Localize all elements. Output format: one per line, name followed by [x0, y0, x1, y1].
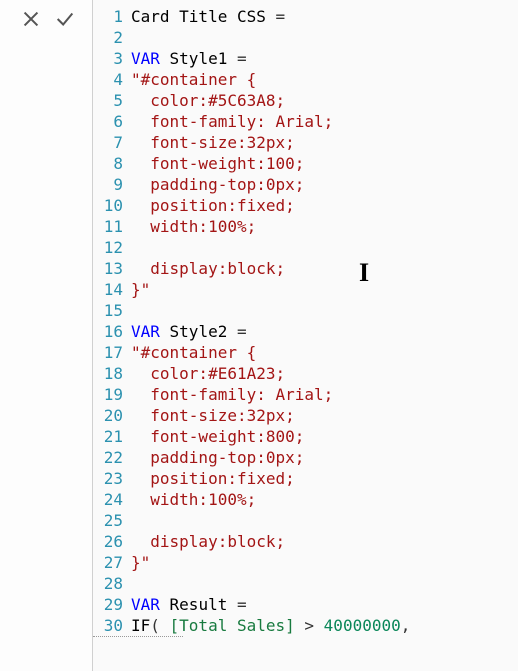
- code-content[interactable]: color:#E61A23;: [127, 363, 285, 384]
- code-content[interactable]: }": [127, 279, 150, 300]
- code-content[interactable]: Card Title CSS =: [127, 6, 285, 27]
- close-icon: [20, 18, 42, 33]
- code-line[interactable]: 3VAR Style1 =: [93, 48, 518, 69]
- code-line[interactable]: 18 color:#E61A23;: [93, 363, 518, 384]
- code-line[interactable]: 1Card Title CSS =: [93, 6, 518, 27]
- line-number: 13: [93, 258, 127, 279]
- code-line[interactable]: 13 display:block;: [93, 258, 518, 279]
- code-content[interactable]: width:100%;: [127, 489, 256, 510]
- formula-toolbar: [0, 0, 92, 671]
- code-line[interactable]: 30IF( [Total Sales] > 40000000,: [93, 615, 518, 636]
- code-content[interactable]: font-family: Arial;: [127, 111, 333, 132]
- line-number: 9: [93, 174, 127, 195]
- line-number: 17: [93, 342, 127, 363]
- code-content[interactable]: VAR Result =: [127, 594, 247, 615]
- code-content[interactable]: padding-top:0px;: [127, 174, 304, 195]
- code-line[interactable]: 28: [93, 573, 518, 594]
- code-content[interactable]: width:100%;: [127, 216, 256, 237]
- code-line[interactable]: 21 font-weight:800;: [93, 426, 518, 447]
- line-number: 28: [93, 573, 127, 594]
- code-content[interactable]: padding-top:0px;: [127, 447, 304, 468]
- code-line[interactable]: 12: [93, 237, 518, 258]
- code-content[interactable]: display:block;: [127, 531, 285, 552]
- line-number: 15: [93, 300, 127, 321]
- line-number: 2: [93, 27, 127, 48]
- code-content[interactable]: font-size:32px;: [127, 132, 295, 153]
- code-line[interactable]: 6 font-family: Arial;: [93, 111, 518, 132]
- code-content[interactable]: font-family: Arial;: [127, 384, 333, 405]
- line-number: 22: [93, 447, 127, 468]
- code-content[interactable]: VAR Style1 =: [127, 48, 247, 69]
- code-content[interactable]: "#container {: [127, 69, 256, 90]
- code-line[interactable]: 24 width:100%;: [93, 489, 518, 510]
- line-number: 26: [93, 531, 127, 552]
- code-line[interactable]: 29VAR Result =: [93, 594, 518, 615]
- line-number: 21: [93, 426, 127, 447]
- check-icon: [54, 18, 76, 33]
- code-line[interactable]: 25: [93, 510, 518, 531]
- code-line[interactable]: 23 position:fixed;: [93, 468, 518, 489]
- code-line[interactable]: 15: [93, 300, 518, 321]
- code-line[interactable]: 8 font-weight:100;: [93, 153, 518, 174]
- line-number: 3: [93, 48, 127, 69]
- code-line[interactable]: 27}": [93, 552, 518, 573]
- code-line[interactable]: 20 font-size:32px;: [93, 405, 518, 426]
- code-content[interactable]: }": [127, 552, 150, 573]
- code-line[interactable]: 14}": [93, 279, 518, 300]
- line-number: 24: [93, 489, 127, 510]
- code-line[interactable]: 26 display:block;: [93, 531, 518, 552]
- line-number: 4: [93, 69, 127, 90]
- line-number: 1: [93, 6, 127, 27]
- code-line[interactable]: 19 font-family: Arial;: [93, 384, 518, 405]
- code-line[interactable]: 16VAR Style2 =: [93, 321, 518, 342]
- dax-editor[interactable]: 1Card Title CSS =23VAR Style1 =4"#contai…: [92, 0, 518, 671]
- code-content[interactable]: VAR Style2 =: [127, 321, 247, 342]
- code-content[interactable]: font-size:32px;: [127, 405, 295, 426]
- line-number: 12: [93, 237, 127, 258]
- line-number: 30: [93, 615, 127, 636]
- code-line[interactable]: 7 font-size:32px;: [93, 132, 518, 153]
- line-number: 16: [93, 321, 127, 342]
- line-number: 6: [93, 111, 127, 132]
- code-line[interactable]: 5 color:#5C63A8;: [93, 90, 518, 111]
- line-number: 20: [93, 405, 127, 426]
- line-number: 25: [93, 510, 127, 531]
- line-number: 11: [93, 216, 127, 237]
- line-number: 29: [93, 594, 127, 615]
- code-line[interactable]: 11 width:100%;: [93, 216, 518, 237]
- code-content[interactable]: position:fixed;: [127, 468, 295, 489]
- line-number: 23: [93, 468, 127, 489]
- line-number: 27: [93, 552, 127, 573]
- line-number: 19: [93, 384, 127, 405]
- line-number: 7: [93, 132, 127, 153]
- line-number: 10: [93, 195, 127, 216]
- code-content[interactable]: position:fixed;: [127, 195, 295, 216]
- accept-button[interactable]: [48, 8, 82, 33]
- code-content[interactable]: font-weight:100;: [127, 153, 304, 174]
- cancel-button[interactable]: [14, 8, 48, 33]
- code-line[interactable]: 22 padding-top:0px;: [93, 447, 518, 468]
- dotted-rule: [93, 636, 183, 637]
- code-content[interactable]: "#container {: [127, 342, 256, 363]
- code-line[interactable]: 9 padding-top:0px;: [93, 174, 518, 195]
- code-line[interactable]: 4"#container {: [93, 69, 518, 90]
- line-number: 8: [93, 153, 127, 174]
- code-content[interactable]: color:#5C63A8;: [127, 90, 285, 111]
- line-number: 14: [93, 279, 127, 300]
- code-line[interactable]: 10 position:fixed;: [93, 195, 518, 216]
- line-number: 5: [93, 90, 127, 111]
- code-content[interactable]: IF( [Total Sales] > 40000000,: [127, 615, 410, 636]
- code-line[interactable]: 17"#container {: [93, 342, 518, 363]
- code-content[interactable]: font-weight:800;: [127, 426, 304, 447]
- code-line[interactable]: 2: [93, 27, 518, 48]
- line-number: 18: [93, 363, 127, 384]
- code-content[interactable]: display:block;: [127, 258, 285, 279]
